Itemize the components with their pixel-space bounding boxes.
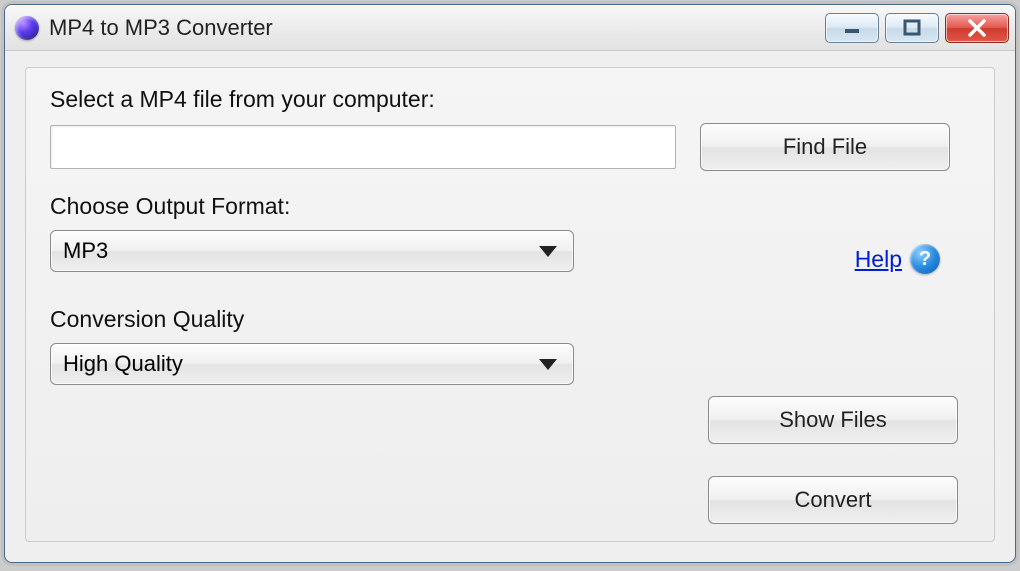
- output-format-value: MP3: [63, 238, 108, 264]
- close-button[interactable]: [945, 13, 1009, 43]
- app-icon: [15, 16, 39, 40]
- find-file-button[interactable]: Find File: [700, 123, 950, 171]
- window-title: MP4 to MP3 Converter: [49, 15, 825, 41]
- file-path-input[interactable]: [50, 125, 676, 169]
- action-buttons: Show Files Convert: [708, 396, 958, 524]
- convert-button[interactable]: Convert: [708, 476, 958, 524]
- quality-value: High Quality: [63, 351, 183, 377]
- maximize-icon: [902, 18, 922, 38]
- help-icon[interactable]: ?: [910, 244, 940, 274]
- titlebar: MP4 to MP3 Converter: [5, 5, 1015, 51]
- app-window: MP4 to MP3 Converter Select a MP4 file f…: [4, 4, 1016, 563]
- quality-select[interactable]: High Quality: [50, 343, 574, 385]
- file-row: Find File: [50, 123, 970, 171]
- chevron-down-icon: [539, 359, 557, 370]
- chevron-down-icon: [539, 246, 557, 257]
- quality-section: Conversion Quality High Quality: [50, 306, 970, 385]
- file-section: Select a MP4 file from your computer: Fi…: [50, 86, 970, 171]
- format-section: Choose Output Format: MP3: [50, 193, 970, 272]
- help-area: Help ?: [855, 244, 940, 274]
- main-panel: Select a MP4 file from your computer: Fi…: [25, 67, 995, 542]
- select-file-label: Select a MP4 file from your computer:: [50, 86, 970, 113]
- close-icon: [966, 17, 988, 39]
- quality-label: Conversion Quality: [50, 306, 970, 333]
- content-area: Select a MP4 file from your computer: Fi…: [5, 51, 1015, 562]
- show-files-button[interactable]: Show Files: [708, 396, 958, 444]
- output-format-select[interactable]: MP3: [50, 230, 574, 272]
- help-link[interactable]: Help: [855, 246, 902, 273]
- maximize-button[interactable]: [885, 13, 939, 43]
- output-format-label: Choose Output Format:: [50, 193, 970, 220]
- window-controls: [825, 13, 1009, 43]
- minimize-button[interactable]: [825, 13, 879, 43]
- minimize-icon: [842, 18, 862, 38]
